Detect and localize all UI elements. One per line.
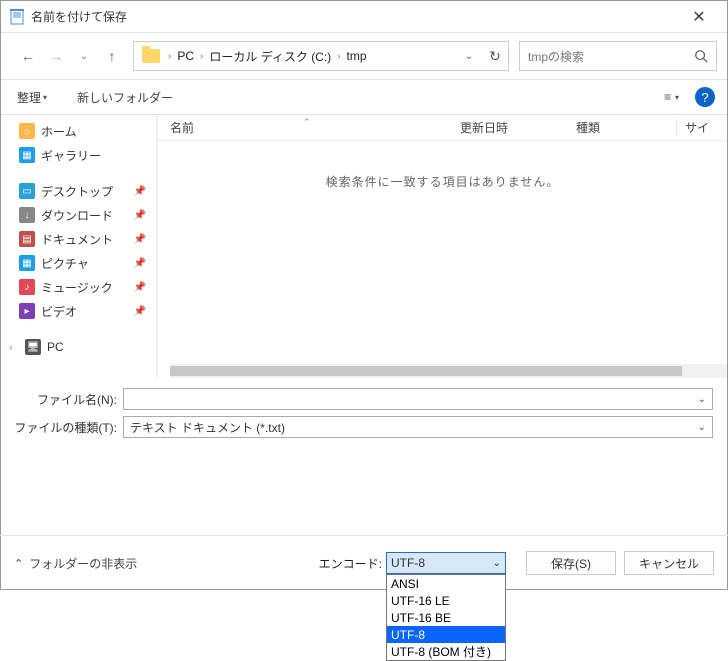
encoding-label: エンコード:: [319, 555, 382, 572]
column-modified[interactable]: 更新日時: [448, 119, 564, 136]
new-folder-button[interactable]: 新しいフォルダー: [73, 89, 177, 106]
chevron-icon: ›: [166, 51, 173, 62]
sort-indicator: ⌃: [303, 117, 311, 128]
sidebar-item-home[interactable]: ⌂ホーム: [1, 119, 156, 143]
view-options-button[interactable]: ≡ ▾: [658, 90, 685, 104]
sidebar-item-music[interactable]: ♪ミュージック📌: [1, 275, 156, 299]
chevron-down-icon: ⌄: [493, 558, 501, 569]
address-dropdown[interactable]: ⌄: [456, 51, 482, 62]
pin-icon: 📌: [134, 282, 146, 293]
search-input[interactable]: tmpの検索: [519, 41, 717, 71]
cancel-button[interactable]: キャンセル: [624, 551, 714, 575]
column-type[interactable]: 種類: [564, 119, 676, 136]
encoding-dropdown: ANSI UTF-16 LE UTF-16 BE UTF-8 UTF-8 (BO…: [386, 574, 506, 661]
chevron-icon: ›: [335, 51, 342, 62]
close-button[interactable]: ✕: [679, 3, 719, 31]
save-button[interactable]: 保存(S): [526, 551, 616, 575]
breadcrumb-drive[interactable]: ローカル ディスク (C:): [205, 48, 335, 65]
address-bar[interactable]: › PC › ローカル ディスク (C:) › tmp ⌄ ↻: [133, 41, 509, 71]
encoding-option-utf8[interactable]: UTF-8: [387, 626, 505, 643]
encoding-option-ansi[interactable]: ANSI: [387, 575, 505, 592]
empty-message: 検索条件に一致する項目はありません。: [158, 173, 727, 190]
refresh-button[interactable]: ↻: [482, 48, 508, 65]
toolbar: 整理▾ 新しいフォルダー ≡ ▾ ?: [1, 79, 727, 115]
filetype-select[interactable]: テキスト ドキュメント (*.txt)⌄: [123, 416, 713, 438]
sidebar-item-desktop[interactable]: ▭デスクトップ📌: [1, 179, 156, 203]
chevron-icon: ›: [9, 342, 19, 353]
breadcrumb-pc[interactable]: PC: [173, 49, 198, 63]
video-icon: ▸: [19, 303, 35, 319]
sidebar-item-pictures[interactable]: ▦ピクチャ📌: [1, 251, 156, 275]
picture-icon: ▦: [19, 255, 35, 271]
chevron-icon: ⌃: [14, 557, 23, 570]
sidebar-item-gallery[interactable]: ▦ギャラリー: [1, 143, 156, 167]
home-icon: ⌂: [19, 123, 35, 139]
window-title: 名前を付けて保存: [31, 8, 679, 25]
up-button[interactable]: ↑: [99, 43, 125, 69]
filetype-label: ファイルの種類(T):: [1, 419, 123, 436]
chevron-down-icon[interactable]: ⌄: [698, 394, 706, 405]
help-button[interactable]: ?: [695, 87, 715, 107]
pin-icon: 📌: [134, 306, 146, 317]
scrollbar-thumb[interactable]: [170, 366, 682, 376]
pc-icon: 🖥: [25, 339, 41, 355]
desktop-icon: ▭: [19, 183, 35, 199]
filename-label: ファイル名(N):: [1, 391, 123, 408]
sidebar: ⌂ホーム ▦ギャラリー ▭デスクトップ📌 ↓ダウンロード📌 ▤ドキュメント📌 ▦…: [1, 115, 158, 378]
column-name[interactable]: 名前⌃: [158, 119, 448, 136]
sidebar-item-downloads[interactable]: ↓ダウンロード📌: [1, 203, 156, 227]
encoding-select[interactable]: UTF-8 ⌄ ANSI UTF-16 LE UTF-16 BE UTF-8 U…: [386, 552, 506, 574]
sidebar-item-documents[interactable]: ▤ドキュメント📌: [1, 227, 156, 251]
folder-icon: [142, 49, 160, 63]
column-size[interactable]: サイ: [676, 119, 727, 136]
music-icon: ♪: [19, 279, 35, 295]
chevron-down-icon[interactable]: ⌄: [698, 422, 706, 433]
encoding-option-utf16le[interactable]: UTF-16 LE: [387, 592, 505, 609]
footer: ⌃フォルダーの非表示 エンコード: UTF-8 ⌄ ANSI UTF-16 LE…: [0, 535, 728, 590]
recent-dropdown[interactable]: ⌄: [71, 43, 97, 69]
horizontal-scrollbar[interactable]: [170, 364, 727, 378]
pin-icon: 📌: [134, 210, 146, 221]
pin-icon: 📌: [134, 234, 146, 245]
pin-icon: 📌: [134, 258, 146, 269]
pin-icon: 📌: [134, 186, 146, 197]
main-area: ⌂ホーム ▦ギャラリー ▭デスクトップ📌 ↓ダウンロード📌 ▤ドキュメント📌 ▦…: [1, 115, 727, 378]
forward-button[interactable]: →: [43, 43, 69, 69]
app-icon: [9, 9, 25, 25]
organize-button[interactable]: 整理▾: [13, 89, 51, 106]
sidebar-item-videos[interactable]: ▸ビデオ📌: [1, 299, 156, 323]
hide-folders-toggle[interactable]: ⌃フォルダーの非表示: [14, 555, 137, 572]
search-icon: [694, 49, 708, 63]
file-pane: 名前⌃ 更新日時 種類 サイ 検索条件に一致する項目はありません。: [158, 115, 727, 378]
fields-area: ファイル名(N): ⌄ ファイルの種類(T): テキスト ドキュメント (*.t…: [1, 378, 727, 450]
encoding-option-utf16be[interactable]: UTF-16 BE: [387, 609, 505, 626]
document-icon: ▤: [19, 231, 35, 247]
sidebar-item-pc[interactable]: ›🖥PC: [1, 335, 156, 359]
back-button[interactable]: ←: [15, 43, 41, 69]
chevron-icon: ›: [198, 51, 205, 62]
gallery-icon: ▦: [19, 147, 35, 163]
breadcrumb-folder[interactable]: tmp: [343, 49, 371, 63]
column-headers: 名前⌃ 更新日時 種類 サイ: [158, 115, 727, 141]
filename-input[interactable]: ⌄: [123, 388, 713, 410]
encoding-option-utf8bom[interactable]: UTF-8 (BOM 付き): [387, 643, 505, 660]
search-placeholder: tmpの検索: [528, 48, 694, 65]
titlebar: 名前を付けて保存 ✕: [1, 1, 727, 33]
nav-row: ← → ⌄ ↑ › PC › ローカル ディスク (C:) › tmp ⌄ ↻ …: [1, 33, 727, 79]
download-icon: ↓: [19, 207, 35, 223]
